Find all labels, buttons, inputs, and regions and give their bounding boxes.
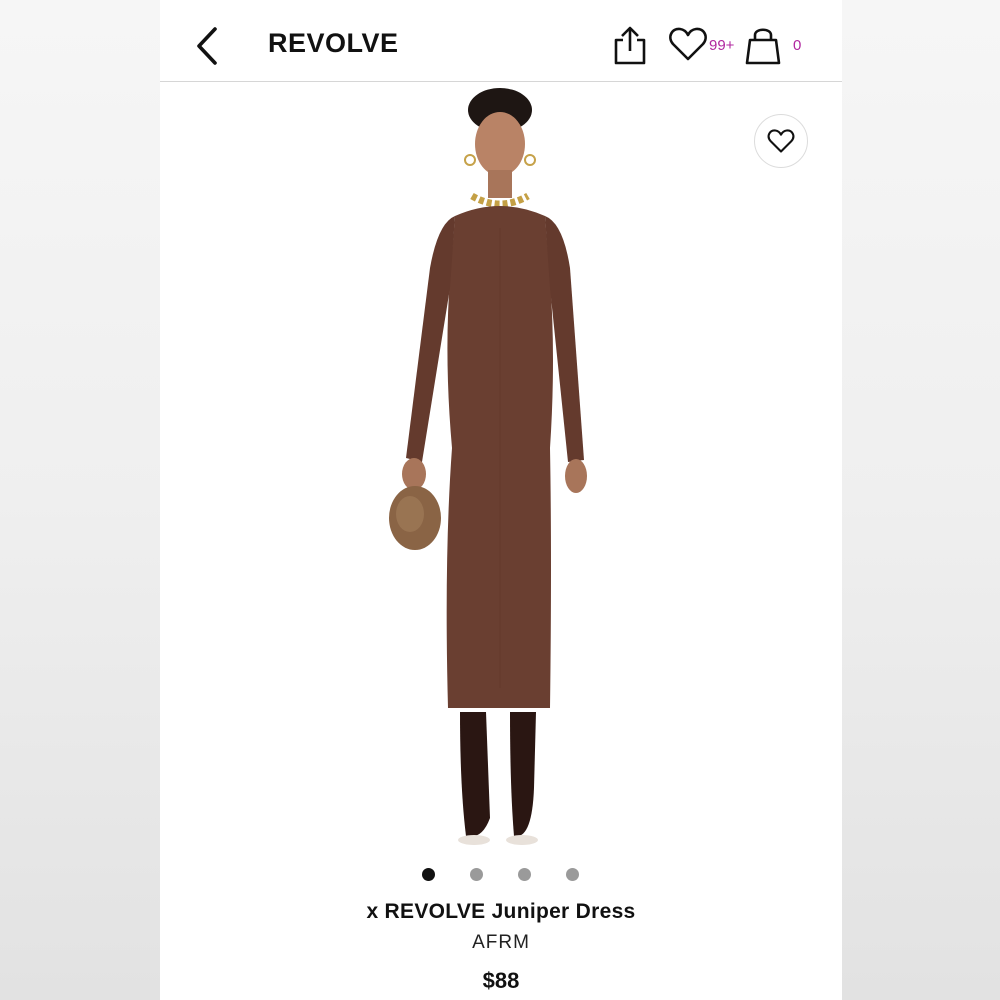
product-price: $88 (482, 968, 520, 993)
product-brand-link[interactable]: AFRM (160, 932, 842, 954)
heart-icon (669, 27, 707, 61)
carousel-dot-2[interactable] (470, 868, 483, 881)
wishlist-count-badge: 99+ (709, 37, 735, 54)
shopping-bag-icon (745, 28, 781, 65)
add-to-favorites-button[interactable] (754, 114, 808, 168)
wishlist-button[interactable] (668, 26, 708, 62)
brand-logo[interactable]: REVOLVE (268, 28, 399, 59)
carousel-dot-1[interactable] (422, 868, 435, 881)
share-button[interactable] (612, 24, 648, 66)
bag-count-badge: 0 (793, 37, 802, 54)
backdrop-right (842, 0, 1000, 1000)
product-title: x REVOLVE Juniper Dress (366, 900, 636, 923)
image-carousel-indicators (160, 868, 842, 882)
back-button[interactable] (190, 24, 226, 68)
top-navigation-bar: REVOLVE 99+ 0 (160, 0, 842, 82)
share-icon (614, 26, 646, 65)
carousel-dot-3[interactable] (518, 868, 531, 881)
back-arrow-icon (197, 27, 217, 65)
shopping-bag-button[interactable] (744, 24, 782, 66)
backdrop-left (0, 0, 160, 1000)
model-wearing-dress-image (389, 88, 587, 845)
product-image[interactable] (360, 88, 630, 858)
app-screen: REVOLVE 99+ 0 x REVOLVE Juniper Dress AF… (160, 0, 842, 1000)
carousel-dot-4[interactable] (566, 868, 579, 881)
heart-outline-icon (767, 129, 795, 153)
